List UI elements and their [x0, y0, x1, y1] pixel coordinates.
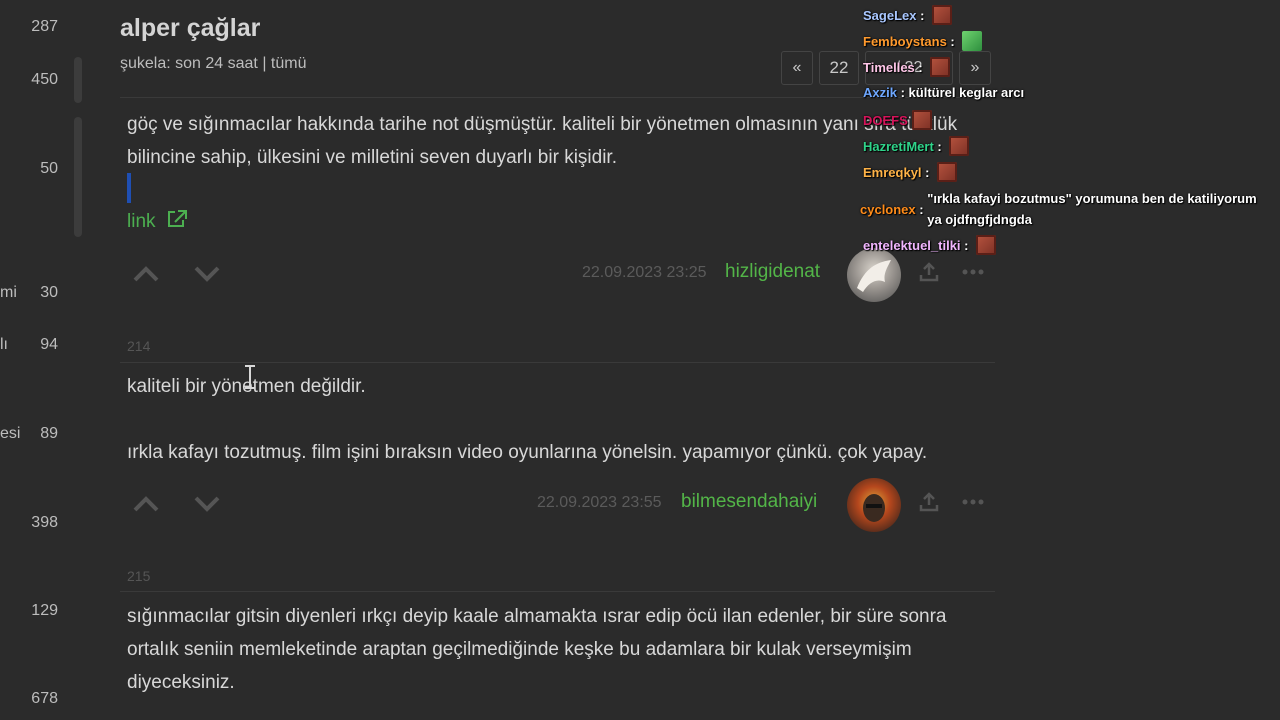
chat-username: SageLex	[863, 7, 917, 23]
emote-icon	[911, 110, 932, 130]
sidebar-item-count: 287	[31, 18, 58, 35]
chat-message: SageLex :	[863, 5, 953, 25]
entry-content: kaliteli bir yönetmen değildir.	[127, 376, 366, 397]
sidebar-item[interactable]: 678	[0, 690, 62, 714]
chat-message: DOEFS	[863, 110, 932, 130]
emote-icon	[976, 235, 997, 255]
chat-username: DOEFS	[863, 112, 908, 128]
chat-message: entelektuel_tilki :	[863, 235, 997, 255]
page-select[interactable]: 22	[819, 51, 859, 85]
sidebar-item-label: lı	[0, 336, 8, 353]
emote-icon	[930, 57, 951, 77]
chat-username: Timelles	[863, 59, 915, 75]
avatar[interactable]	[847, 478, 901, 532]
sidebar-scrollbar[interactable]	[74, 45, 84, 685]
chat-text: kültürel keglar arcı	[908, 85, 1025, 100]
emote-icon	[932, 5, 953, 25]
emote-icon	[962, 31, 983, 51]
topic-title[interactable]: alper çağlar	[120, 14, 260, 43]
upvote-icon[interactable]	[131, 494, 161, 514]
more-icon[interactable]	[961, 491, 985, 513]
stream-chat-overlay: SageLex : Femboystans : Timelles : Axzik…	[858, 0, 1278, 270]
sidebar-item-count: 50	[40, 160, 58, 177]
entry-link[interactable]: link	[127, 209, 188, 235]
sidebar-item[interactable]: 398	[0, 514, 62, 538]
sidebar-item-count: 398	[31, 514, 58, 531]
share-icon[interactable]	[917, 491, 941, 513]
sidebar-item[interactable]: 129	[0, 602, 62, 626]
sidebar-item[interactable]: mi 30	[0, 284, 62, 308]
entry-date[interactable]: 22.09.2023 23:55	[537, 494, 662, 512]
sidebar-item-count: 129	[31, 602, 58, 619]
chat-text: "ırkla kafayi bozutmus" yorumuna ben de …	[927, 191, 1257, 227]
chat-username: entelektuel_tilki	[863, 237, 961, 253]
sidebar-item-count: 89	[40, 425, 58, 442]
text-caret	[127, 173, 131, 203]
sidebar-item-count: 30	[40, 284, 58, 301]
emote-icon	[937, 162, 958, 182]
chat-username: Axzik	[863, 85, 897, 100]
entry-number[interactable]: 214	[127, 338, 150, 354]
sidebar-item-label: mi	[0, 284, 17, 301]
scrollbar-thumb[interactable]	[74, 57, 82, 103]
chat-username: HazretiMert	[863, 138, 934, 154]
sidebar-item[interactable]: esi 89	[0, 425, 62, 449]
downvote-icon[interactable]	[192, 494, 222, 514]
chat-username: Femboystans	[863, 33, 947, 49]
link-label: link	[127, 211, 156, 232]
sidebar-item-count: 450	[31, 71, 58, 88]
prev-page-button[interactable]: «	[781, 51, 813, 85]
upvote-icon[interactable]	[131, 264, 161, 284]
entry-content: ırkla kafayı tozutmuş. film işini bıraks…	[127, 442, 928, 463]
chat-message: Axzik : kültürel keglar arcı	[863, 85, 1025, 100]
downvote-icon[interactable]	[192, 264, 222, 284]
sidebar-item[interactable]: 287	[0, 18, 62, 42]
text-cursor-icon	[242, 364, 258, 390]
sidebar-item[interactable]: 450	[0, 71, 62, 95]
entry-date[interactable]: 22.09.2023 23:25	[582, 264, 707, 282]
entry-author[interactable]: hizligidenat	[725, 261, 820, 283]
sidebar-item-label: esi	[0, 425, 21, 442]
left-sidebar: 287 450 50 mi 30 lı 94 esi 89 398 129 67…	[0, 0, 90, 720]
divider	[120, 591, 995, 592]
sidebar-item-count: 94	[40, 336, 58, 353]
chat-message: HazretiMert :	[863, 136, 970, 156]
chat-message: Timelles :	[863, 57, 951, 77]
scrollbar-segment	[74, 117, 82, 237]
entry-author[interactable]: bilmesendahaiyi	[681, 491, 817, 513]
entry-number[interactable]: 215	[127, 568, 150, 584]
entry-content: sığınmacılar gitsin diyenleri ırkçı deyi…	[127, 606, 947, 693]
topic-filter[interactable]: şukela: son 24 saat | tümü	[120, 55, 306, 73]
sidebar-item[interactable]: 50	[0, 160, 62, 184]
chat-message: cyclonex : "ırkla kafayi bozutmus" yorum…	[860, 188, 1270, 230]
external-link-icon	[166, 209, 188, 235]
sidebar-item[interactable]: lı 94	[0, 336, 62, 360]
sidebar-item-count: 678	[31, 690, 58, 707]
chat-message: Emreqkyl :	[863, 162, 958, 182]
chat-username: cyclonex	[860, 201, 916, 217]
emote-icon	[949, 136, 970, 156]
divider	[120, 362, 995, 363]
chat-message: Femboystans :	[863, 31, 983, 51]
chat-username: Emreqkyl	[863, 164, 922, 180]
